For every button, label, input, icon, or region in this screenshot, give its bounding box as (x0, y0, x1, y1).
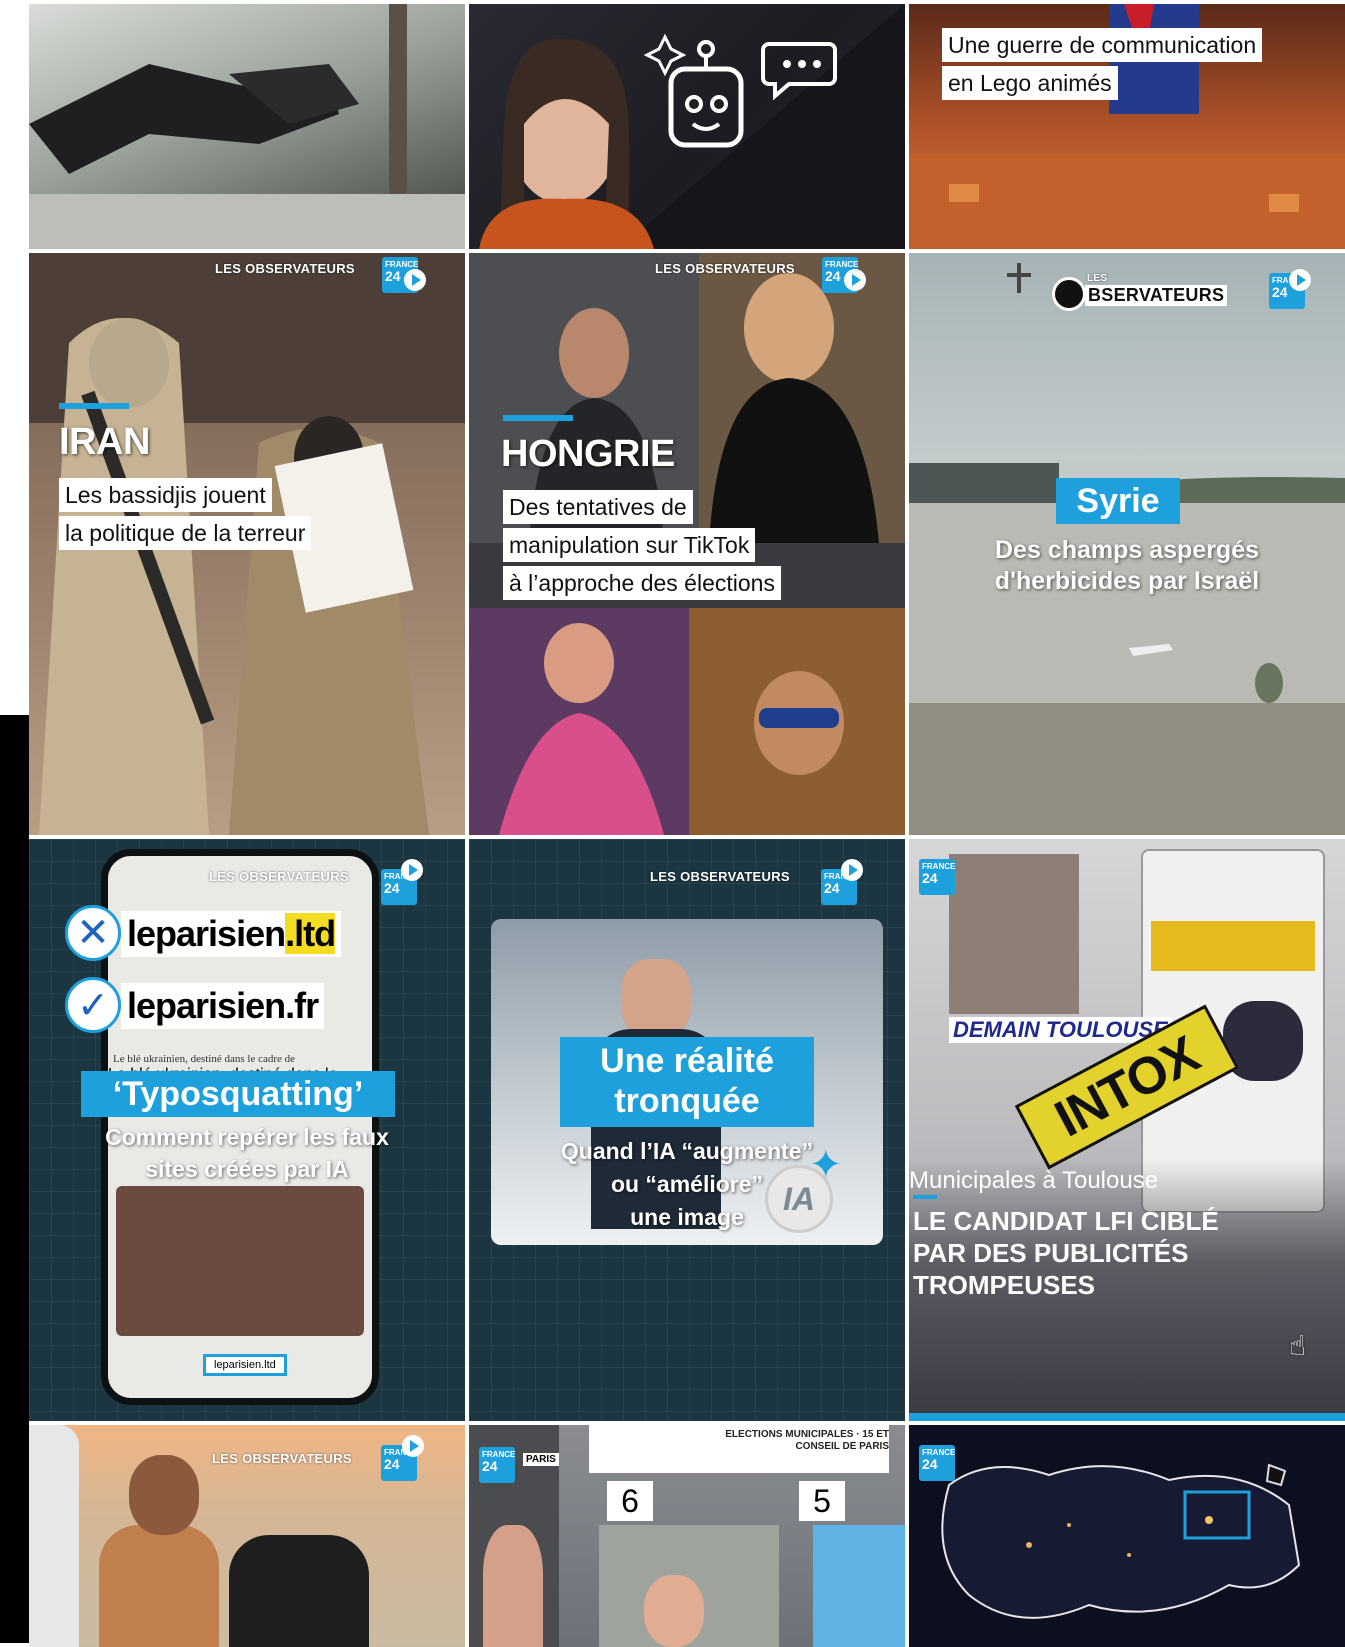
accent-bar (503, 415, 573, 421)
phone-banner (1151, 921, 1315, 971)
poster-photo (949, 854, 1079, 1014)
post-tile-3[interactable]: Une guerre de communication en Lego anim… (909, 4, 1345, 249)
candidate-face (644, 1575, 704, 1647)
post-tile-1[interactable] (29, 4, 465, 249)
post-4-title: IRAN (59, 421, 150, 463)
post-4-caption-line-2: la politique de la terreur (59, 516, 312, 550)
bottom-accent (909, 1413, 1345, 1421)
photo-face (621, 959, 691, 1039)
post-grid: Une guerre de communication en Lego anim… (29, 4, 1345, 1647)
post-9-title-line-1: LE CANDIDAT LFI CIBLÉ (913, 1206, 1219, 1236)
sparkle-icon: ✦ (809, 1143, 843, 1187)
fake-domain-base: leparisien (127, 913, 286, 954)
person-face (129, 1455, 199, 1535)
panel-number-5: 5 (799, 1481, 845, 1521)
post-5-caption-line-1: Des tentatives de (503, 490, 693, 524)
post-2-thumbnail (479, 4, 905, 249)
post-6-caption-line-2: d'herbicides par Israël (994, 567, 1260, 595)
fake-domain-tld: .ltd (285, 913, 336, 954)
post-9-title-line-2: PAR DES PUBLICITÉS (913, 1238, 1189, 1268)
post-6-brand: BSERVATEURS (1085, 285, 1228, 306)
post-8-title-line-1: Une réalité (600, 1042, 774, 1080)
post-6-caption-line-1: Des champs aspergés (994, 536, 1260, 564)
post-4-brand: LES OBSERVATEURS (215, 261, 355, 276)
post-tile-9[interactable]: DEMAIN TOULOUSE INTOX Municipales à Toul… (909, 839, 1345, 1421)
post-9-kicker: Municipales à Toulouse (909, 1167, 1159, 1194)
post-3-caption-line-2: en Lego animés (942, 66, 1118, 100)
election-header-line-1: ELECTIONS MUNICIPALES · 15 ET (725, 1429, 889, 1440)
bus-icon (29, 1425, 79, 1647)
post-6-title: Syrie (1056, 478, 1180, 524)
person-dark (229, 1535, 369, 1647)
accent-bar (59, 403, 129, 409)
post-10-brand: LES OBSERVATEURS (212, 1451, 352, 1466)
post-12-map (941, 1463, 1301, 1619)
post-tile-8[interactable]: LES OBSERVATEURS FRANCE 24 Une réalité tr… (469, 839, 905, 1421)
france24-logo: FRANCE24 (919, 859, 955, 895)
election-header-line-2: CONSEIL DE PARIS (795, 1441, 889, 1452)
post-tile-2[interactable] (469, 4, 905, 249)
video-play-icon (404, 269, 426, 291)
video-play-icon (844, 269, 866, 291)
post-7-caption-line-1: Comment repérer les faux (105, 1124, 389, 1150)
check-icon: ✓ (65, 977, 121, 1033)
observateurs-eye-icon (1052, 277, 1086, 311)
france24-logo: FRANCE24 (919, 1445, 955, 1481)
panel-number-6: 6 (607, 1481, 653, 1521)
post-4-caption-line-1: Les bassidjis jouent (59, 478, 272, 512)
post-7-real-domain: leparisien.fr (121, 983, 325, 1029)
post-7-title: ‘Typosquatting’ (81, 1071, 395, 1117)
post-tile-12[interactable]: FRANCE 24 (909, 1425, 1345, 1647)
post-tile-7[interactable]: Le blé ukrainien, destiné dans le cadre … (29, 839, 465, 1421)
post-tile-5[interactable]: LES OBSERVATEURS FRANCE 24 HONGRIE Des te… (469, 253, 905, 835)
post-8-title: Une réalité tronquée (560, 1037, 814, 1127)
poster-right (813, 1525, 905, 1647)
post-5-caption-line-2: manipulation sur TikTok (503, 528, 756, 562)
video-play-icon (402, 1435, 424, 1457)
post-tile-10[interactable]: LES OBSERVATEURS FRANCE 24 (29, 1425, 465, 1647)
post-6-caption: Des champs aspergés d'herbicides par Isr… (909, 535, 1345, 597)
post-tile-4[interactable]: LES OBSERVATEURS FRANCE 24 IRAN Les bassi… (29, 253, 465, 835)
paris-logo: PARIS (523, 1453, 559, 1466)
accent-bar (913, 1195, 937, 1199)
post-5-title: HONGRIE (501, 433, 675, 475)
post-tile-6[interactable]: LES BSERVATEURS FRANCE24 Syrie Des champ… (909, 253, 1345, 835)
article-image (116, 1186, 364, 1336)
video-play-icon (841, 859, 863, 881)
post-8-brand: LES OBSERVATEURS (650, 869, 790, 884)
candidate-left (483, 1525, 543, 1647)
post-5-caption-line-3: à l’approche des élections (503, 566, 781, 600)
video-play-icon (401, 859, 423, 881)
election-header-text: ELECTIONS MUNICIPALES · 15 ET CONSEIL DE… (659, 1429, 889, 1453)
url-bar: leparisien.ltd (203, 1354, 287, 1376)
post-8-title-line-2: tronquée (614, 1082, 760, 1120)
left-edge-bar (0, 715, 29, 1643)
post-7-caption-line-2: sites créées par IA (145, 1156, 349, 1182)
post-8-caption-line-3: une image (630, 1204, 744, 1230)
post-6-brand-small: LES (1087, 273, 1108, 284)
post-9-title: LE CANDIDAT LFI CIBLÉ PAR DES PUBLICITÉS… (913, 1205, 1219, 1301)
post-1-thumbnail (29, 4, 465, 249)
video-play-icon (1289, 269, 1311, 291)
cross-icon: ✕ (65, 905, 121, 961)
post-7-caption: Comment repérer les faux sites créées pa… (29, 1121, 465, 1185)
france24-logo: FRANCE24 (479, 1447, 515, 1483)
post-tile-11[interactable]: ELECTIONS MUNICIPALES · 15 ET CONSEIL DE… (469, 1425, 905, 1647)
post-7-paper-line: Le blé ukrainien, destiné dans le cadre … (113, 1053, 296, 1065)
hand-cursor-icon: ☝ (1289, 1330, 1307, 1361)
post-9-title-line-3: TROMPEUSES (913, 1270, 1096, 1300)
person-jacket (99, 1525, 219, 1647)
post-3-caption-line-1: Une guerre de communication (942, 28, 1263, 62)
post-5-brand: LES OBSERVATEURS (655, 261, 795, 276)
post-7-brand: LES OBSERVATEURS (209, 869, 349, 884)
post-7-fake-domain: leparisien.ltd (121, 911, 342, 957)
